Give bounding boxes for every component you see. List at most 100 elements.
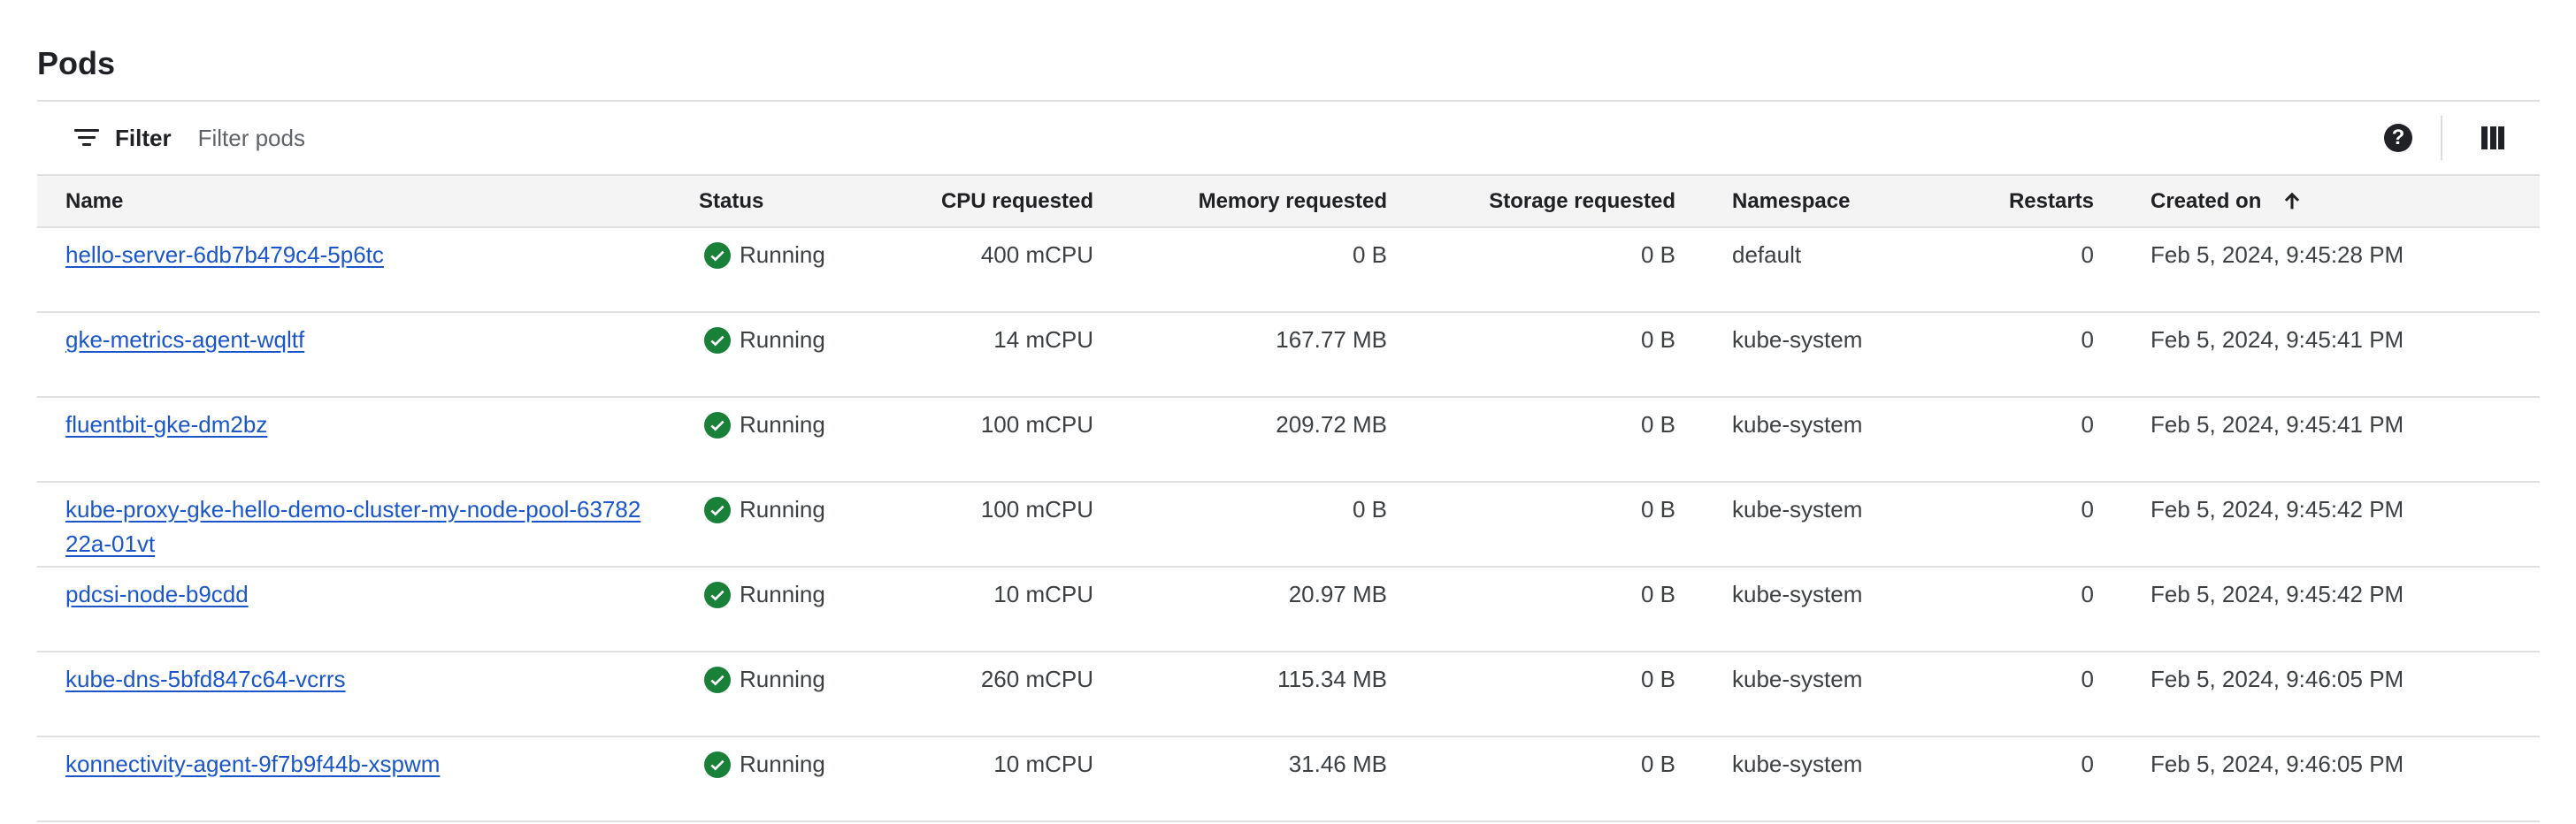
storage-requested-cell: 0 B [1640, 496, 1675, 523]
created-on-cell: Feb 5, 2024, 9:45:42 PM [2150, 581, 2404, 607]
restarts-cell: 0 [2081, 581, 2094, 607]
restarts-cell: 0 [2081, 751, 2094, 777]
column-header-restarts[interactable]: Restarts [1960, 176, 2122, 227]
table-row: pdcsi-node-b9cdd Running 10 mCPU 20.97 M… [37, 567, 2540, 652]
cpu-requested-cell: 100 mCPU [980, 496, 1093, 523]
memory-requested-cell: 0 B [1352, 241, 1387, 268]
namespace-cell: kube-system [1732, 581, 1863, 607]
column-header-name[interactable]: Name [37, 176, 671, 227]
storage-requested-cell: 0 B [1640, 411, 1675, 438]
table-row: konnectivity-agent-9f7b9f44b-xspwm Runni… [37, 736, 2540, 821]
pod-name-link[interactable]: gke-metrics-agent-wqltf [65, 326, 304, 353]
check-circle-icon [704, 411, 731, 439]
created-on-cell: Feb 5, 2024, 9:45:41 PM [2150, 326, 2404, 353]
status-text: Running [740, 496, 825, 523]
memory-requested-cell: 209.72 MB [1276, 411, 1387, 438]
table-row: hello-server-6db7b479c4-5p6tc Running 40… [37, 227, 2540, 312]
arrow-up-icon[interactable] [2280, 188, 2304, 213]
status-cell: Running [699, 747, 828, 782]
pod-name-link[interactable]: fluentbit-gke-dm2bz [65, 411, 267, 438]
memory-requested-cell: 167.77 MB [1276, 326, 1387, 353]
filter-icon [73, 127, 101, 149]
created-on-cell: Feb 5, 2024, 9:45:41 PM [2150, 411, 2404, 438]
column-header-status[interactable]: Status [671, 176, 856, 227]
namespace-cell: kube-system [1732, 496, 1863, 523]
storage-requested-cell: 0 B [1640, 581, 1675, 607]
help-icon[interactable]: ? [2384, 124, 2412, 152]
status-text: Running [740, 241, 825, 268]
memory-requested-cell: 0 B [1352, 496, 1387, 523]
memory-requested-cell: 31.46 MB [1288, 751, 1387, 777]
check-circle-icon [704, 496, 731, 523]
namespace-cell: kube-system [1732, 326, 1863, 353]
column-header-namespace[interactable]: Namespace [1704, 176, 1960, 227]
pod-name-link[interactable]: kube-proxy-gke-hello-demo-cluster-my-nod… [65, 496, 640, 557]
status-text: Running [740, 411, 825, 438]
memory-requested-cell: 115.34 MB [1277, 666, 1387, 692]
table-header: Name Status CPU requested Memory request… [37, 176, 2540, 227]
filter-label: Filter [115, 124, 172, 151]
restarts-cell: 0 [2081, 241, 2094, 268]
storage-requested-cell: 0 B [1640, 751, 1675, 777]
created-on-cell: Feb 5, 2024, 9:46:05 PM [2150, 666, 2404, 692]
status-cell: Running [699, 492, 828, 527]
status-cell: Running [699, 238, 828, 272]
cpu-requested-cell: 10 mCPU [993, 751, 1093, 777]
column-header-storage-requested[interactable]: Storage requested [1415, 176, 1704, 227]
status-cell: Running [699, 323, 828, 357]
status-cell: Running [699, 577, 828, 612]
table-header-row: Name Status CPU requested Memory request… [37, 176, 2540, 227]
pods-table: Name Status CPU requested Memory request… [37, 176, 2540, 822]
pod-name-link[interactable]: pdcsi-node-b9cdd [65, 581, 249, 607]
cpu-requested-cell: 10 mCPU [993, 581, 1093, 607]
cpu-requested-cell: 400 mCPU [980, 241, 1093, 268]
namespace-cell: kube-system [1732, 666, 1863, 692]
cpu-requested-cell: 14 mCPU [993, 326, 1093, 353]
table-toolbar: Filter ? [37, 102, 2540, 176]
restarts-cell: 0 [2081, 496, 2094, 523]
status-text: Running [740, 751, 825, 777]
column-header-created-on[interactable]: Created on [2122, 176, 2540, 227]
created-on-cell: Feb 5, 2024, 9:45:28 PM [2150, 241, 2404, 268]
pods-page: Pods Filter ? [0, 0, 2576, 824]
check-circle-icon [704, 751, 731, 778]
check-circle-icon [704, 666, 731, 693]
created-on-cell: Feb 5, 2024, 9:45:42 PM [2150, 496, 2404, 523]
pod-name-link[interactable]: konnectivity-agent-9f7b9f44b-xspwm [65, 751, 440, 777]
storage-requested-cell: 0 B [1640, 241, 1675, 268]
created-on-cell: Feb 5, 2024, 9:46:05 PM [2150, 751, 2404, 777]
memory-requested-cell: 20.97 MB [1288, 581, 1387, 607]
page-title: Pods [37, 45, 116, 81]
column-display-icon[interactable] [2481, 126, 2504, 149]
filter-input[interactable] [196, 123, 996, 153]
status-text: Running [740, 666, 825, 692]
status-cell: Running [699, 408, 828, 442]
storage-requested-cell: 0 B [1640, 326, 1675, 353]
column-header-memory-requested[interactable]: Memory requested [1122, 176, 1415, 227]
restarts-cell: 0 [2081, 326, 2094, 353]
pod-name-link[interactable]: kube-dns-5bfd847c64-vcrrs [65, 666, 346, 692]
namespace-cell: kube-system [1732, 411, 1863, 438]
table-row: fluentbit-gke-dm2bz Running 100 mCPU 209… [37, 397, 2540, 482]
toolbar-actions: ? [2384, 102, 2540, 174]
restarts-cell: 0 [2081, 666, 2094, 692]
table-row: kube-dns-5bfd847c64-vcrrs Running 260 mC… [37, 652, 2540, 736]
column-header-created-on-label: Created on [2150, 189, 2262, 213]
toolbar-divider [2441, 116, 2442, 160]
table-body: hello-server-6db7b479c4-5p6tc Running 40… [37, 227, 2540, 821]
status-text: Running [740, 326, 825, 353]
restarts-cell: 0 [2081, 411, 2094, 438]
filter-button[interactable]: Filter [37, 113, 172, 163]
cpu-requested-cell: 260 mCPU [980, 666, 1093, 692]
table-row: kube-proxy-gke-hello-demo-cluster-my-nod… [37, 482, 2540, 567]
status-text: Running [740, 581, 825, 607]
storage-requested-cell: 0 B [1640, 666, 1675, 692]
check-circle-icon [704, 326, 731, 354]
pods-table-card: Filter ? [37, 100, 2540, 822]
table-row: gke-metrics-agent-wqltf Running 14 mCPU … [37, 312, 2540, 397]
cpu-requested-cell: 100 mCPU [980, 411, 1093, 438]
check-circle-icon [704, 241, 731, 269]
pod-name-link[interactable]: hello-server-6db7b479c4-5p6tc [65, 241, 384, 268]
column-header-cpu-requested[interactable]: CPU requested [856, 176, 1122, 227]
check-circle-icon [704, 581, 731, 608]
